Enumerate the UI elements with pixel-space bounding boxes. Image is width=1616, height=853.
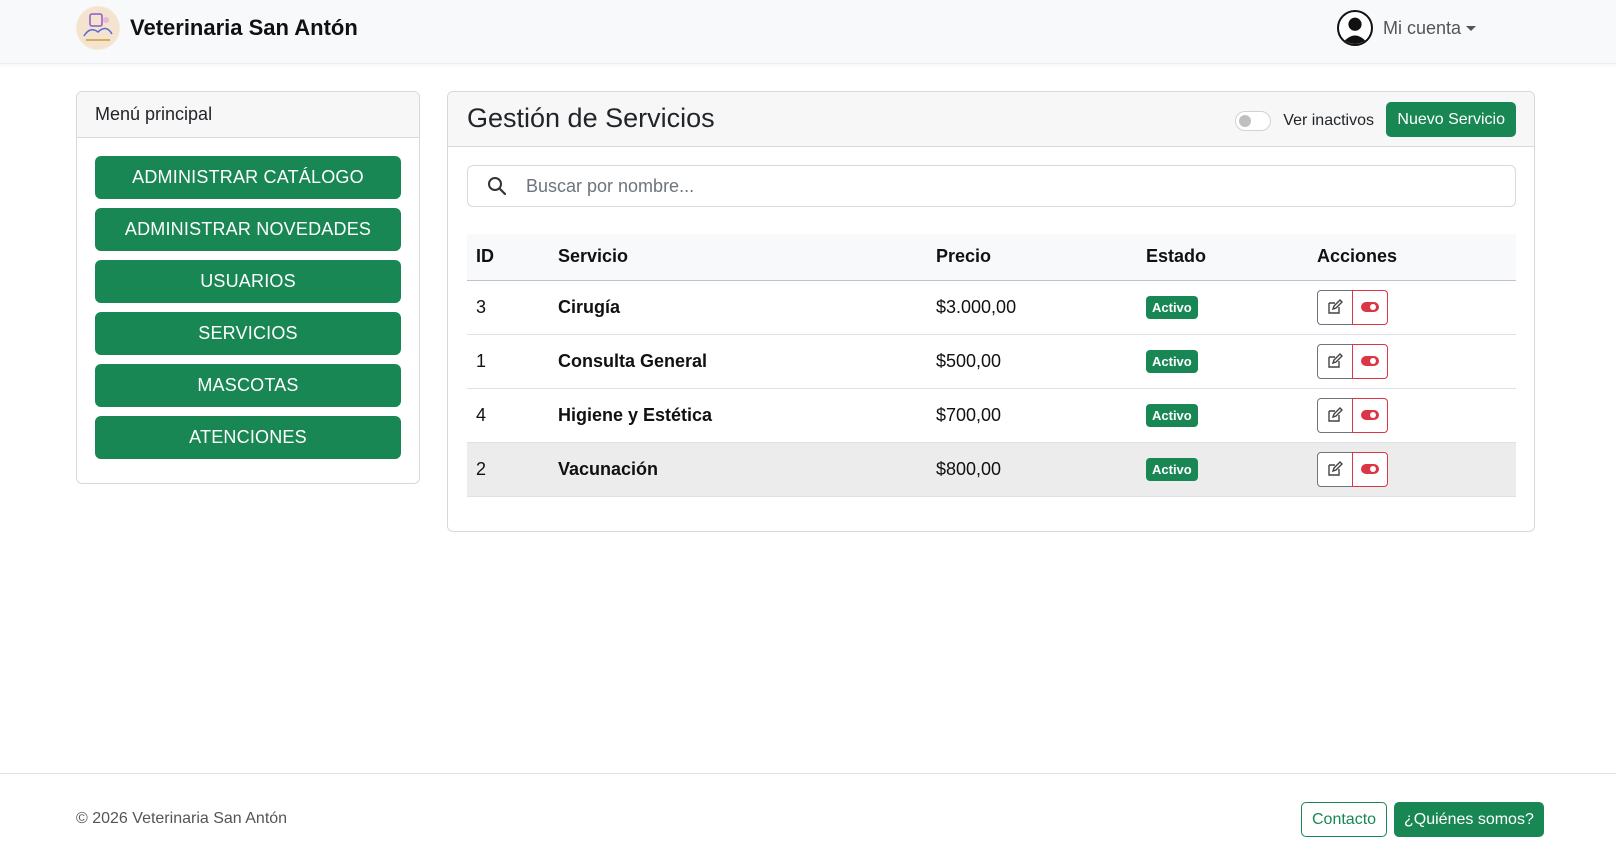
table-row: 2 Vacunación $800,00 Activo [467, 442, 1516, 497]
footer: © 2026 Veterinaria San Antón Contacto ¿Q… [0, 773, 1616, 853]
cell-price: $3.000,00 [927, 280, 1137, 335]
search-icon [468, 176, 526, 196]
cell-status: Activo [1137, 388, 1308, 443]
cell-id: 4 [467, 388, 549, 443]
show-inactive-switch[interactable] [1235, 111, 1272, 131]
copyright-text: © 2026 Veterinaria San Antón [76, 810, 288, 827]
status-badge: Activo [1146, 295, 1198, 319]
status-badge: Activo [1146, 349, 1198, 373]
table-row: 4 Higiene y Estética $700,00 Activo [467, 388, 1516, 443]
status-badge: Activo [1146, 403, 1198, 427]
pet-clinic-logo-icon [76, 6, 120, 50]
header-estado: Estado [1137, 234, 1308, 281]
cell-actions [1308, 388, 1516, 443]
header-id: ID [467, 234, 549, 281]
table-row: 1 Consulta General $500,00 Activo [467, 334, 1516, 389]
cell-service-name: Vacunación [549, 442, 927, 497]
header-acciones: Acciones [1308, 234, 1516, 281]
deactivate-toggle-button[interactable] [1352, 397, 1388, 433]
cell-actions [1308, 442, 1516, 497]
edit-icon [1328, 353, 1343, 368]
edit-button[interactable] [1317, 397, 1353, 433]
edit-button[interactable] [1317, 343, 1353, 379]
toggle-on-icon [1361, 410, 1379, 420]
table-row: 3 Cirugía $3.000,00 Activo [467, 280, 1516, 335]
cell-status: Activo [1137, 280, 1308, 335]
menu-button-novedades[interactable]: ADMINISTRAR NOVEDADES [95, 208, 401, 251]
toggle-on-icon [1361, 302, 1379, 312]
deactivate-toggle-button[interactable] [1352, 289, 1388, 325]
show-inactive-toggle-group: Ver inactivos [1235, 111, 1374, 131]
caret-down-icon [1466, 25, 1476, 31]
cell-actions [1308, 280, 1516, 335]
menu-button-usuarios[interactable]: USUARIOS [95, 260, 401, 303]
cell-actions [1308, 334, 1516, 389]
edit-button[interactable] [1317, 451, 1353, 487]
services-card-header: Gestión de Servicios Ver inactivos Nuevo… [448, 92, 1534, 147]
brand-link[interactable]: Veterinaria San Antón [76, 5, 358, 51]
search-box [467, 165, 1516, 207]
brand-name: Veterinaria San Antón [130, 15, 358, 40]
search-input[interactable] [526, 175, 1515, 197]
switch-knob [1239, 115, 1252, 127]
cell-id: 1 [467, 334, 549, 389]
menu-button-catalogo[interactable]: ADMINISTRAR CATÁLOGO [95, 156, 401, 199]
edit-icon [1328, 461, 1343, 476]
status-badge: Activo [1146, 457, 1198, 481]
sidebar-title: Menú principal [77, 92, 419, 138]
new-service-button[interactable]: Nuevo Servicio [1386, 102, 1516, 137]
contact-button[interactable]: Contacto [1301, 802, 1388, 837]
cell-id: 3 [467, 280, 549, 335]
user-avatar-icon [1336, 10, 1373, 46]
menu-button-atenciones[interactable]: ATENCIONES [95, 416, 401, 459]
header-precio: Precio [927, 234, 1137, 281]
cell-service-name: Higiene y Estética [549, 388, 927, 443]
toggle-on-icon [1361, 464, 1379, 474]
row-actions [1317, 451, 1507, 487]
cell-price: $700,00 [927, 388, 1137, 443]
sidebar-menu: ADMINISTRAR CATÁLOGO ADMINISTRAR NOVEDAD… [77, 138, 419, 459]
cell-price: $500,00 [927, 334, 1137, 389]
account-label: Mi cuenta [1382, 17, 1461, 38]
header-servicio: Servicio [549, 234, 927, 281]
edit-button[interactable] [1317, 289, 1353, 325]
services-card: Gestión de Servicios Ver inactivos Nuevo… [447, 91, 1535, 532]
page-title: Gestión de Servicios [467, 103, 715, 133]
show-inactive-label[interactable]: Ver inactivos [1283, 112, 1374, 130]
row-actions [1317, 289, 1507, 325]
cell-service-name: Consulta General [549, 334, 927, 389]
about-us-button[interactable]: ¿Quiénes somos? [1394, 802, 1544, 837]
sidebar-menu-card: Menú principal ADMINISTRAR CATÁLOGO ADMI… [76, 91, 420, 484]
menu-button-servicios[interactable]: SERVICIOS [95, 312, 401, 355]
menu-button-mascotas[interactable]: MASCOTAS [95, 364, 401, 407]
account-dropdown[interactable]: Mi cuenta [1336, 9, 1476, 47]
cell-status: Activo [1137, 334, 1308, 389]
table-header-row: ID Servicio Precio Estado Acciones [467, 234, 1516, 281]
row-actions [1317, 397, 1507, 433]
edit-icon [1328, 407, 1343, 422]
cell-status: Activo [1137, 442, 1308, 497]
cell-price: $800,00 [927, 442, 1137, 497]
toggle-on-icon [1361, 356, 1379, 366]
row-actions [1317, 343, 1507, 379]
services-table: ID Servicio Precio Estado Acciones 3 Cir… [467, 234, 1516, 497]
cell-id: 2 [467, 442, 549, 497]
deactivate-toggle-button[interactable] [1352, 451, 1388, 487]
navbar: Veterinaria San Antón Mi cuenta [0, 0, 1616, 64]
cell-service-name: Cirugía [549, 280, 927, 335]
deactivate-toggle-button[interactable] [1352, 343, 1388, 379]
edit-icon [1328, 299, 1343, 314]
